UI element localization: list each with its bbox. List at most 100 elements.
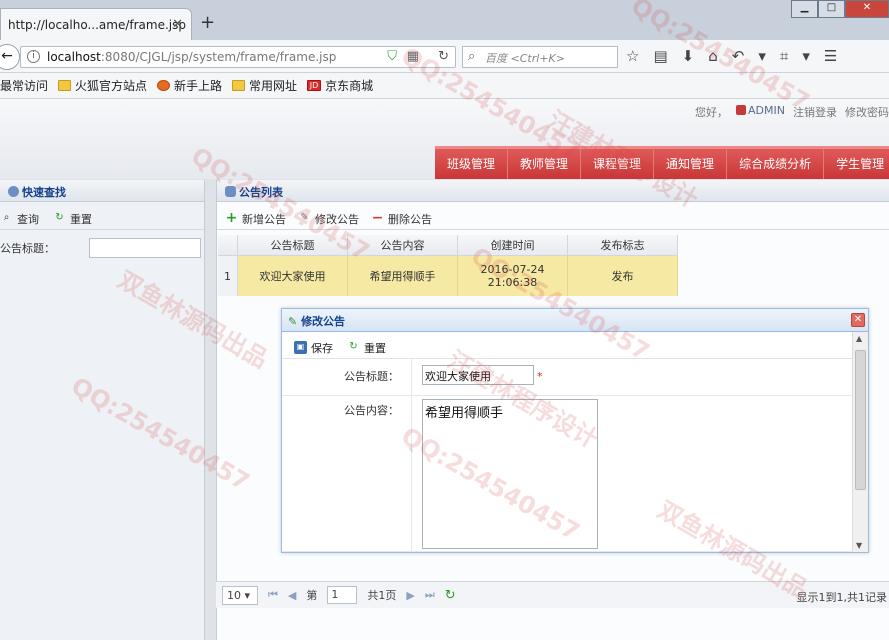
url-bar[interactable]: i localhost:8080/CJGL/jsp/system/frame/f… xyxy=(20,46,456,68)
username: ADMIN xyxy=(736,104,785,120)
close-tab-icon[interactable]: ✕ xyxy=(172,17,183,32)
download-icon[interactable]: ⬇ xyxy=(682,47,695,65)
content-field-row: 公告内容： 希望用得顺手 xyxy=(282,396,868,552)
logout-link[interactable]: 注销登录 xyxy=(793,104,837,120)
change-password-link[interactable]: 修改密码 xyxy=(845,104,889,120)
column-header[interactable]: 公告内容 xyxy=(348,235,458,256)
search-icon: ⌕ xyxy=(468,49,476,64)
menu-icon[interactable]: ☰ xyxy=(824,47,837,65)
column-header[interactable]: 公告标题 xyxy=(238,235,348,256)
main-menu: 班级管理 教师管理 课程管理 通知管理 综合成绩分析 学生管理 xyxy=(435,146,889,179)
url-host: localhost xyxy=(47,50,101,64)
pencil-icon: ✎ xyxy=(288,315,298,328)
dropdown-icon[interactable]: ▾ xyxy=(802,47,810,65)
greeting: 您好， xyxy=(695,106,729,119)
bookmark-most-visited[interactable]: 最常访问 xyxy=(0,77,48,94)
firefox-icon xyxy=(157,80,171,91)
last-page-icon[interactable]: ⏭ xyxy=(425,588,435,602)
dropdown-icon[interactable]: ▾ xyxy=(758,47,766,65)
search-input[interactable]: ⌕ 百度 <Ctrl+K> xyxy=(462,46,618,68)
delete-notice-button[interactable]: − 删除公告 xyxy=(371,208,432,229)
qr-code-icon[interactable]: ▦ xyxy=(407,49,419,64)
refresh-icon: ↻ xyxy=(55,212,64,223)
menu-class-management[interactable]: 班级管理 xyxy=(435,149,509,179)
page-total: 共1页 xyxy=(367,589,397,602)
column-header[interactable]: 创建时间 xyxy=(458,235,568,256)
title-field-row: 公告标题： 欢迎大家使用 * xyxy=(282,359,868,396)
crop-icon[interactable]: ⌗ xyxy=(780,47,788,65)
new-tab-icon[interactable]: + xyxy=(200,12,215,33)
window-controls: ▁ □ ✕ xyxy=(791,0,889,18)
user-icon xyxy=(736,105,747,115)
save-button[interactable]: ▣ 保存 xyxy=(294,337,333,358)
page-size-select[interactable]: 10 ▾ xyxy=(222,585,258,605)
scroll-thumb[interactable] xyxy=(855,350,866,490)
panel-header: 快速查找 xyxy=(0,180,204,202)
browser-nav-bar: ← i localhost:8080/CJGL/jsp/system/frame… xyxy=(0,40,889,73)
bookmark-firefox-site[interactable]: 火狐官方站点 xyxy=(58,77,147,94)
bookmark-getting-started[interactable]: 新手上路 xyxy=(157,77,222,94)
tab-title: http://localho...ame/frame.jsp xyxy=(8,18,186,32)
home-icon[interactable]: ⌂ xyxy=(708,47,718,65)
reset-button[interactable]: ↻ 重置 xyxy=(53,208,92,229)
edit-notice-dialog: ✎ 修改公告 ✕ ▣ 保存 ↻ 重置 公告标题： 欢迎大家使用 * 公告内容： 希望用… xyxy=(281,308,869,553)
browser-tab[interactable]: http://localho...ame/frame.jsp ✕ xyxy=(0,8,192,40)
plus-icon: + xyxy=(225,210,238,226)
refresh-icon: ↻ xyxy=(349,341,358,352)
search-field-row: 公告标题： xyxy=(0,230,204,258)
cell-title: 欢迎大家使用 xyxy=(238,256,348,296)
star-icon[interactable]: ☆ xyxy=(626,47,639,65)
minimize-icon[interactable]: ▁ xyxy=(791,0,818,18)
minus-icon: − xyxy=(371,210,384,226)
scroll-down-icon[interactable]: ▼ xyxy=(856,541,862,550)
info-icon[interactable]: i xyxy=(27,50,40,63)
reading-list-icon[interactable]: ▤ xyxy=(653,47,667,65)
quick-search-panel: 快速查找 ⌕ 查询 ↻ 重置 公告标题： xyxy=(0,180,205,640)
bookmark-jd-mall[interactable]: JD 京东商城 xyxy=(307,77,373,94)
back-arrow-icon[interactable]: ← xyxy=(0,44,20,70)
bookmarks-bar: 最常访问 火狐官方站点 新手上路 常用网址 JD 京东商城 xyxy=(0,73,889,99)
content-textarea[interactable]: 希望用得顺手 xyxy=(422,399,598,549)
menu-notice-management[interactable]: 通知管理 xyxy=(654,149,728,179)
pagination-bar: 10 ▾ ⏮ ◀ 第 1 共1页 ▶ ⏭ ↻ 显示1到1,共1记录 xyxy=(216,581,889,608)
field-label: 公告标题： xyxy=(0,242,55,255)
required-mark: * xyxy=(537,370,543,383)
title-input[interactable]: 欢迎大家使用 xyxy=(422,365,534,385)
folder-icon xyxy=(58,80,72,91)
edit-notice-button[interactable]: ✎ 修改公告 xyxy=(298,208,359,229)
search-placeholder: 百度 <Ctrl+K> xyxy=(485,52,565,65)
table-row[interactable]: 1 欢迎大家使用 希望用得顺手 2016-07-24 21:06:38 发布 xyxy=(218,256,680,296)
first-page-icon[interactable]: ⏮ xyxy=(268,588,278,602)
reset-button[interactable]: ↻ 重置 xyxy=(347,337,386,358)
close-icon[interactable]: ✕ xyxy=(851,313,865,327)
page-number-input[interactable]: 1 xyxy=(327,586,358,604)
notice-title-search-input[interactable] xyxy=(89,238,201,258)
content-label: 公告内容： xyxy=(282,396,412,551)
dialog-scrollbar[interactable]: ▲ ▼ xyxy=(852,332,868,552)
column-header[interactable]: 发布标志 xyxy=(568,235,678,256)
reload-icon[interactable]: ↻ xyxy=(438,49,449,64)
next-page-icon[interactable]: ▶ xyxy=(406,589,414,602)
menu-student-management[interactable]: 学生管理 xyxy=(824,149,889,179)
maximize-icon[interactable]: □ xyxy=(818,0,845,18)
user-icon xyxy=(225,186,236,197)
grid-header: 公告标题 公告内容 创建时间 发布标志 xyxy=(218,235,680,256)
bookmark-common-sites[interactable]: 常用网址 xyxy=(232,77,297,94)
shield-icon[interactable]: ⛉ xyxy=(387,49,397,64)
jd-icon: JD xyxy=(307,80,322,91)
menu-course-management[interactable]: 课程管理 xyxy=(581,149,655,179)
floppy-icon: ▣ xyxy=(294,341,307,354)
scroll-up-icon[interactable]: ▲ xyxy=(856,334,862,343)
main-toolbar: + 新增公告 ✎ 修改公告 − 删除公告 xyxy=(217,202,889,230)
menu-teacher-management[interactable]: 教师管理 xyxy=(508,149,582,179)
query-button[interactable]: ⌕ 查询 xyxy=(0,208,39,229)
page-prefix: 第 xyxy=(306,589,318,602)
refresh-icon[interactable]: ↻ xyxy=(445,588,456,603)
menu-grade-analysis[interactable]: 综合成绩分析 xyxy=(727,149,825,179)
undo-icon[interactable]: ↶ xyxy=(732,47,745,65)
close-window-icon[interactable]: ✕ xyxy=(845,0,889,18)
title-label: 公告标题： xyxy=(282,359,412,395)
prev-page-icon[interactable]: ◀ xyxy=(288,589,296,602)
row-number: 1 xyxy=(218,256,238,296)
add-notice-button[interactable]: + 新增公告 xyxy=(225,208,286,229)
